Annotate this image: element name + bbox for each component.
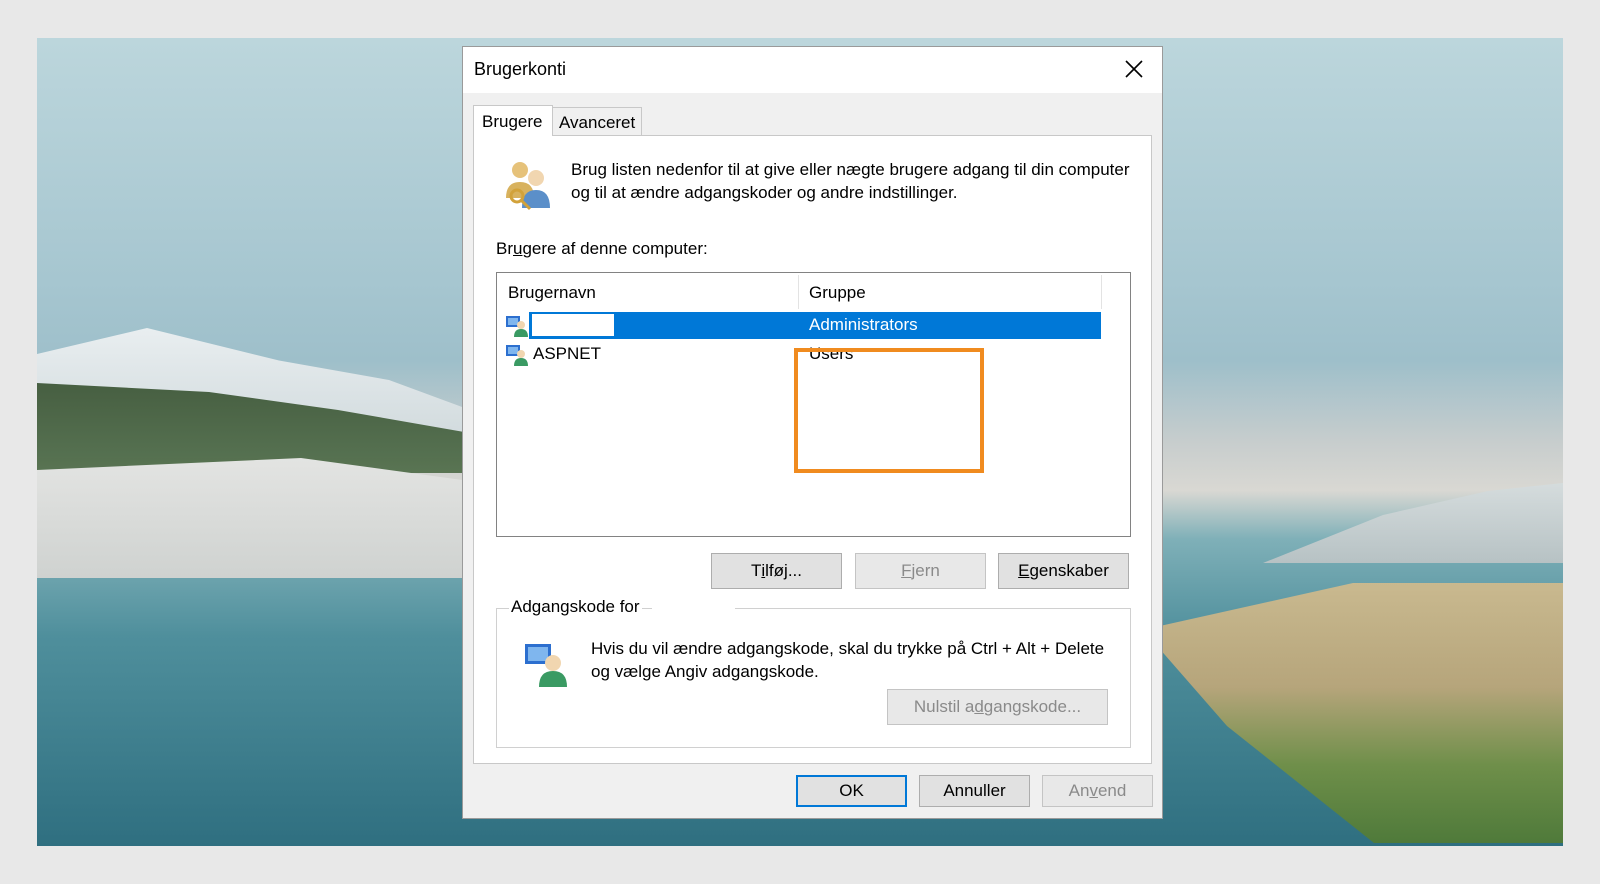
- tab-users-label: Brugere: [482, 112, 543, 131]
- tab-advanced[interactable]: Avanceret: [552, 107, 642, 135]
- close-icon: [1125, 60, 1143, 78]
- reset-password-button[interactable]: Nulstil a d gangskode...: [887, 689, 1108, 725]
- password-instructions: Hvis du vil ændre adgangskode, skal du t…: [591, 639, 1105, 681]
- window-title: Brugerkonti: [474, 59, 567, 79]
- wallpaper-snowbank: [37, 458, 477, 578]
- cancel-label: Annuller: [943, 781, 1006, 800]
- apply-pre: An: [1068, 781, 1090, 800]
- add-pre: T: [750, 561, 762, 580]
- properties-button[interactable]: Egenskaber: [998, 553, 1129, 589]
- column-header-username[interactable]: Brugernavn: [508, 283, 596, 303]
- user-icon: [506, 345, 528, 366]
- users-list-label: Brugere af denne computer:: [496, 239, 708, 259]
- remove-user-button[interactable]: Fjern: [855, 553, 986, 589]
- props-mnemonic: E: [1018, 561, 1030, 580]
- props-post: genskaber: [1029, 561, 1109, 580]
- user-icon: [506, 316, 528, 337]
- apply-post: end: [1097, 781, 1127, 800]
- row-group: Administrators: [809, 315, 918, 334]
- add-user-button[interactable]: Ti lføj...: [711, 553, 842, 589]
- column-separator[interactable]: [798, 275, 799, 309]
- user-accounts-dialog: Brugerkonti Brugere Avanceret Brug liste…: [462, 46, 1163, 819]
- add-post: lføj...: [765, 561, 802, 580]
- password-groupbox: Adgangskode for Hvis du vil ændre adgang…: [496, 597, 1131, 748]
- remove-post: jern: [911, 561, 940, 580]
- reset-mnemonic: d: [974, 697, 984, 716]
- info-text: Brug listen nedenfor til at give eller n…: [571, 160, 1130, 202]
- apply-button[interactable]: An v end: [1042, 775, 1153, 807]
- wallpaper-mountain-right: [1263, 483, 1563, 563]
- tab-users[interactable]: Brugere: [473, 105, 553, 136]
- reset-pre: Nulstil a: [913, 697, 975, 716]
- table-row[interactable]: ASPNET Users: [505, 341, 1101, 368]
- close-button[interactable]: [1114, 51, 1154, 87]
- user-password-icon: [525, 644, 567, 687]
- users-listview[interactable]: Brugernavn Gruppe Administrators ASPNET …: [496, 272, 1131, 537]
- column-header-group[interactable]: Gruppe: [809, 283, 866, 303]
- users-label-post: gere af denne computer:: [522, 239, 708, 258]
- apply-mnemonic: v: [1089, 781, 1098, 800]
- table-row[interactable]: Administrators: [505, 312, 1101, 339]
- ok-label: OK: [839, 781, 864, 800]
- username-redacted: [532, 314, 614, 336]
- password-groupbox-label: Adgangskode for: [509, 597, 642, 617]
- remove-mnemonic: F: [901, 561, 912, 580]
- column-separator[interactable]: [1101, 275, 1102, 309]
- users-key-icon: [506, 162, 550, 211]
- row-username: ASPNET: [533, 344, 602, 363]
- row-group: Users: [809, 344, 854, 363]
- tab-advanced-label: Avanceret: [559, 113, 636, 132]
- users-tab-panel: Brug listen nedenfor til at give eller n…: [473, 135, 1152, 764]
- reset-post: gangskode...: [983, 697, 1082, 716]
- users-label-pre: Br: [496, 239, 513, 258]
- ok-button[interactable]: OK: [796, 775, 907, 807]
- wallpaper-grass: [1143, 583, 1563, 843]
- cancel-button[interactable]: Annuller: [919, 775, 1030, 807]
- username-redacted: [652, 597, 735, 619]
- title-bar: Brugerkonti: [463, 47, 1162, 93]
